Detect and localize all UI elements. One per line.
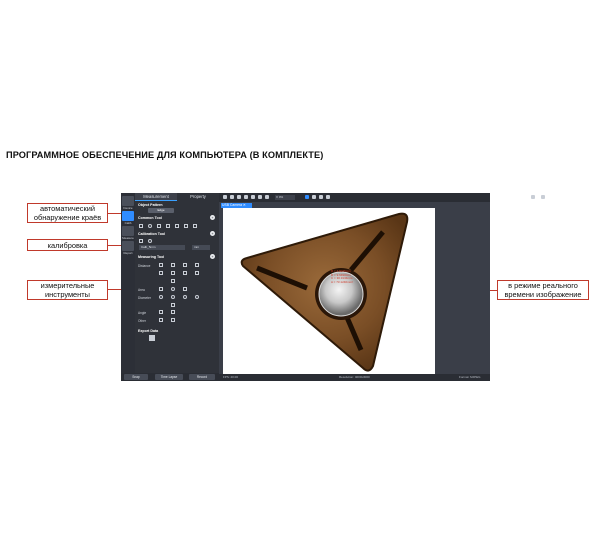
capture-bar: Snap Time Lapse Record (121, 373, 219, 381)
distance-extra-icon[interactable] (171, 279, 175, 283)
area-rect-icon[interactable] (159, 287, 163, 291)
other-label: Other (138, 319, 146, 323)
unit-select[interactable]: mm (192, 245, 210, 250)
callout-realtime-image: в режиме реального времени изображение (497, 280, 589, 300)
polygon-tool-icon[interactable] (157, 224, 161, 228)
area-circle-icon[interactable] (171, 287, 175, 291)
add-measuring-tool-icon[interactable]: + (210, 254, 215, 259)
status-bar: FPS: 20.00 Resolution: 4000x3000 Format:… (219, 374, 490, 381)
calibration-select[interactable]: Calb_5mm (139, 245, 185, 250)
add-common-tool-icon[interactable]: + (210, 215, 215, 220)
settings-icon[interactable] (305, 195, 309, 199)
image-toolbar: X 0% (219, 193, 545, 202)
device-label: Device (123, 206, 133, 210)
overlay-area: A = 73.1240mm² (331, 279, 354, 284)
zoom-in-icon[interactable] (244, 195, 248, 199)
app-window: Device Calib Measure Report Measurement … (121, 193, 545, 381)
callout-calibration: калибровка (27, 239, 108, 251)
snap-button[interactable]: Snap (124, 374, 148, 380)
calibration-tool-heading: Calibration Tool (138, 232, 166, 236)
panel-tabs: Measurement Property (135, 193, 219, 201)
calibration-cross-icon[interactable] (139, 239, 143, 243)
measure-label: Measure (122, 236, 134, 240)
rotate-icon[interactable] (319, 195, 323, 199)
curve-tool-icon[interactable] (184, 224, 188, 228)
diameter-gear-icon[interactable] (195, 295, 199, 299)
calibration-target-icon[interactable] (148, 239, 152, 243)
callout-edge-detection: автоматический обнаружение краёв (27, 203, 108, 223)
zoom-out-icon[interactable] (251, 195, 255, 199)
info-icon[interactable] (326, 195, 330, 199)
format-readout: Format: MJPEG (459, 375, 481, 379)
page-heading: ПРОГРАММНОЕ ОБЕСПЕЧЕНИЕ ДЛЯ КОМПЬЮТЕРА (… (6, 150, 324, 160)
crop-icon[interactable] (237, 195, 241, 199)
cutting-insert-image (240, 212, 409, 372)
add-calibration-icon[interactable]: + (210, 231, 215, 236)
layout-icon[interactable] (541, 195, 545, 199)
record-button[interactable]: Record (189, 374, 215, 380)
measurement-overlay: R = 4.8245mm D = 9.6490mm C = 30.3134mm … (331, 269, 354, 284)
fullscreen-icon[interactable] (531, 195, 535, 199)
viewport-side-area (436, 202, 490, 374)
distance-angle-icon[interactable] (195, 271, 199, 275)
diameter-arc-icon[interactable] (171, 303, 175, 307)
distance-point-icon[interactable] (195, 263, 199, 267)
edge-button[interactable]: Edge (148, 208, 174, 213)
zoom-select[interactable]: X 0% (275, 195, 295, 200)
measuring-tool-heading: Measuring Tool (138, 255, 165, 259)
circle-tool-icon[interactable] (148, 224, 152, 228)
fit-icon[interactable] (258, 195, 262, 199)
distance-label: Distance (138, 264, 151, 268)
distance-perp-icon[interactable] (159, 271, 163, 275)
distance-cross-icon[interactable] (183, 271, 187, 275)
other-text-icon[interactable] (159, 318, 163, 322)
open-file-icon[interactable] (223, 195, 227, 199)
diameter-label: Diameter (138, 296, 151, 300)
actual-size-icon[interactable] (265, 195, 269, 199)
line-tool-icon[interactable] (166, 224, 170, 228)
save-icon[interactable] (230, 195, 234, 199)
export-data-heading: Export Data (138, 329, 159, 333)
distance-curve-icon[interactable] (171, 271, 175, 275)
tab-property[interactable]: Property (177, 193, 219, 201)
measurement-panel: Measurement Property Object Pattern Edge… (135, 193, 219, 381)
common-tool-heading: Common Tool (138, 216, 162, 220)
device-button[interactable] (122, 196, 134, 206)
angle-lines-icon[interactable] (171, 310, 175, 314)
resolution-readout: Resolution: 4000x3000 (339, 375, 370, 379)
angle-tool-icon[interactable] (175, 224, 179, 228)
diameter-ring-icon[interactable] (183, 295, 187, 299)
distance-arc-icon[interactable] (171, 263, 175, 267)
angle-3pt-icon[interactable] (159, 310, 163, 314)
distance-line-icon[interactable] (159, 263, 163, 267)
measure-button[interactable] (122, 226, 134, 236)
angle-label: Angle (138, 311, 147, 315)
white-balance-icon[interactable] (312, 195, 316, 199)
calib-label: Calib (124, 221, 132, 225)
export-excel-icon[interactable] (149, 335, 155, 341)
fps-readout: FPS: 20.00 (223, 375, 239, 379)
tool-strip: Device Calib Measure Report (121, 193, 135, 381)
other-grid-icon[interactable] (171, 318, 175, 322)
tab-measurement[interactable]: Measurement (135, 193, 177, 201)
report-label: Report (123, 251, 133, 255)
area-polygon-icon[interactable] (183, 287, 187, 291)
freehand-tool-icon[interactable] (193, 224, 197, 228)
rectangle-tool-icon[interactable] (139, 224, 143, 228)
distance-parallel-icon[interactable] (183, 263, 187, 267)
object-pattern-heading: Object Pattern (138, 203, 163, 207)
area-label: Area (138, 288, 145, 292)
report-button[interactable] (122, 241, 134, 251)
live-image-viewport[interactable]: R = 4.8245mm D = 9.6490mm C = 30.3134mm … (223, 208, 435, 374)
diameter-circle-icon[interactable] (159, 295, 163, 299)
time-lapse-button[interactable]: Time Lapse (155, 374, 183, 380)
calib-button[interactable] (122, 211, 134, 221)
diameter-3pt-icon[interactable] (171, 295, 175, 299)
callout-measuring-tools: измерительные инструменты (27, 280, 108, 300)
